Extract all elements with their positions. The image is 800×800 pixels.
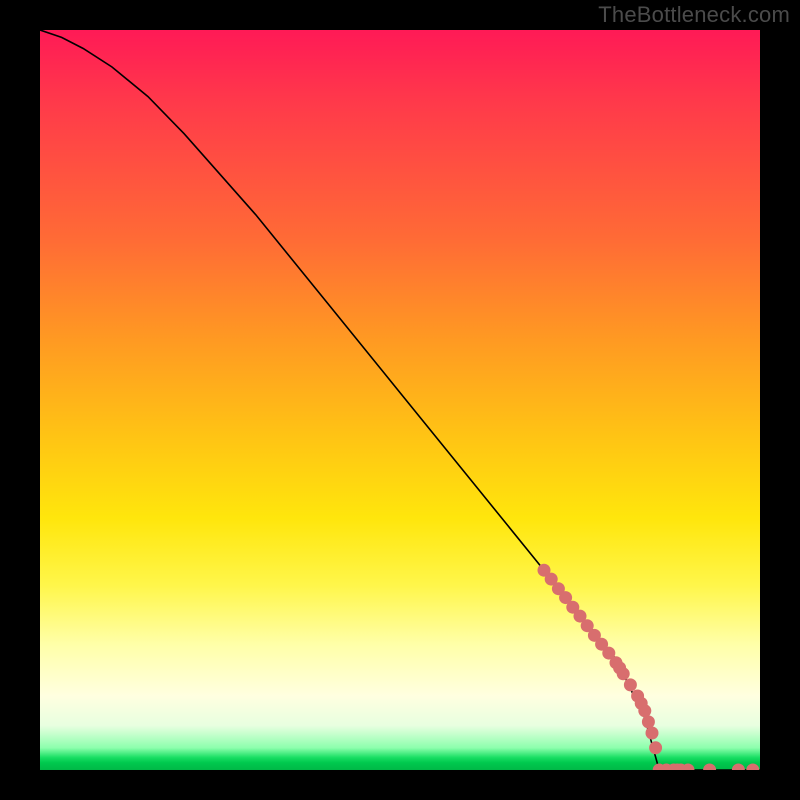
data-dot (624, 678, 637, 691)
data-dot (638, 704, 651, 717)
chart-frame: TheBottleneck.com (0, 0, 800, 800)
data-dot (732, 764, 745, 771)
bottleneck-curve (40, 30, 659, 770)
data-dot (646, 727, 659, 740)
data-dot (703, 764, 716, 771)
data-dot (642, 715, 655, 728)
chart-overlay-svg (40, 30, 760, 770)
plot-area (40, 30, 760, 770)
data-dot (746, 764, 759, 771)
data-dot (649, 741, 662, 754)
dots-layer (538, 564, 760, 770)
data-dot (617, 667, 630, 680)
curve-layer (40, 30, 760, 770)
watermark-text: TheBottleneck.com (598, 2, 790, 28)
